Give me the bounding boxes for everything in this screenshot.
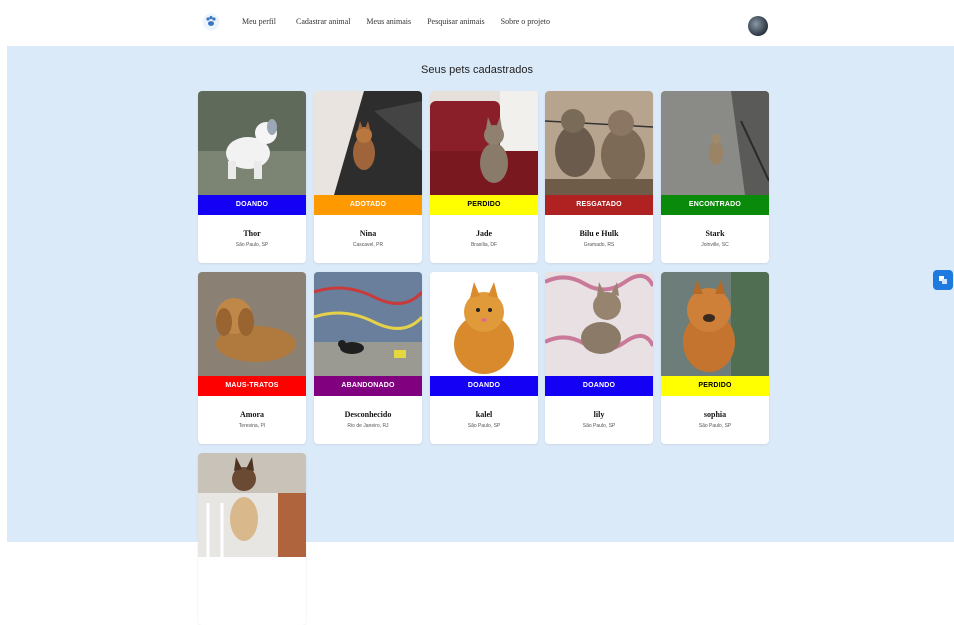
user-avatar[interactable] xyxy=(748,16,768,36)
pet-photo xyxy=(661,272,769,376)
pet-location: Teresina, PI xyxy=(238,423,266,429)
status-badge: DOANDO xyxy=(198,195,306,215)
pet-photo xyxy=(198,453,306,557)
pet-location: Rio de Janeiro, RJ xyxy=(347,423,389,429)
pet-photo xyxy=(545,91,653,195)
pet-photo xyxy=(430,91,538,195)
nav-link-my-animals[interactable]: Meus animais xyxy=(366,17,411,26)
pet-name: Nina xyxy=(359,229,377,238)
pet-name: Desconhecido xyxy=(344,410,392,419)
nav-link-search-animals[interactable]: Pesquisar animais xyxy=(427,17,485,26)
translate-icon xyxy=(939,276,947,284)
pet-photo xyxy=(314,91,422,195)
pet-photo xyxy=(198,272,306,376)
pet-card[interactable]: MAUS-TRATOS Amora Teresina, PI xyxy=(198,272,306,444)
status-badge: ENCONTRADO xyxy=(661,195,769,215)
pet-location: Gramado, RS xyxy=(583,242,615,248)
pet-photo xyxy=(198,91,306,195)
paw-logo-icon[interactable] xyxy=(202,13,220,31)
pet-name: Thor xyxy=(243,229,261,238)
status-badge: DOANDO xyxy=(545,376,653,396)
main-nav: Meu perfil Cadastrar animal Meus animais… xyxy=(242,17,566,26)
pet-location: Cascavel, PR xyxy=(352,242,384,248)
pet-name: Bilu e Hulk xyxy=(579,229,619,238)
nav-link-about-project[interactable]: Sobre o projeto xyxy=(501,17,550,26)
status-badge: ADOTADO xyxy=(314,195,422,215)
pet-name: lily xyxy=(593,410,605,419)
pet-card[interactable]: PERDIDO Jade Brasília, DF xyxy=(430,91,538,263)
pet-location: São Paulo, SP xyxy=(467,423,501,429)
nav-link-profile[interactable]: Meu perfil xyxy=(242,17,276,26)
pet-photo xyxy=(545,272,653,376)
status-badge: ABANDONADO xyxy=(314,376,422,396)
status-badge: DOANDO xyxy=(430,376,538,396)
nav-link-register-animal[interactable]: Cadastrar animal xyxy=(296,17,350,26)
status-badge: MAUS-TRATOS xyxy=(198,376,306,396)
pet-card[interactable]: ADOTADO Nina Cascavel, PR xyxy=(314,91,422,263)
pet-card[interactable]: DOANDO kalel São Paulo, SP xyxy=(430,272,538,444)
pet-card[interactable]: ABANDONADO Desconhecido Rio de Janeiro, … xyxy=(314,272,422,444)
pet-card[interactable]: ENCONTRADO Stark Joinville, SC xyxy=(661,91,769,263)
pet-name: sophia xyxy=(703,410,727,419)
pet-card[interactable]: DOANDO lily São Paulo, SP xyxy=(545,272,653,444)
pet-location: São Paulo, SP xyxy=(698,423,732,429)
status-badge: PERDIDO xyxy=(661,376,769,396)
top-navbar: Meu perfil Cadastrar animal Meus animais… xyxy=(0,0,954,46)
pet-location: São Paulo, SP xyxy=(235,242,269,248)
pet-location: Brasília, DF xyxy=(470,242,498,248)
status-badge: RESGATADO xyxy=(545,195,653,215)
pet-name: Amora xyxy=(240,410,264,419)
pet-card[interactable]: DOANDO Thor São Paulo, SP xyxy=(198,91,306,263)
status-badge: PERDIDO xyxy=(430,195,538,215)
pet-photo xyxy=(661,91,769,195)
pet-card[interactable]: RESGATADO Bilu e Hulk Gramado, RS xyxy=(545,91,653,263)
pet-name: Jade xyxy=(476,229,492,238)
pet-card[interactable] xyxy=(198,453,306,625)
pet-name: Stark xyxy=(705,229,725,238)
pet-photo xyxy=(430,272,538,376)
page-title: Seus pets cadastrados xyxy=(421,64,533,76)
pet-location: São Paulo, SP xyxy=(582,423,616,429)
help-button[interactable] xyxy=(933,270,953,290)
pet-name: kalel xyxy=(475,410,493,419)
pet-card[interactable]: PERDIDO sophia São Paulo, SP xyxy=(661,272,769,444)
pet-photo xyxy=(314,272,422,376)
pet-location: Joinville, SC xyxy=(701,242,729,248)
